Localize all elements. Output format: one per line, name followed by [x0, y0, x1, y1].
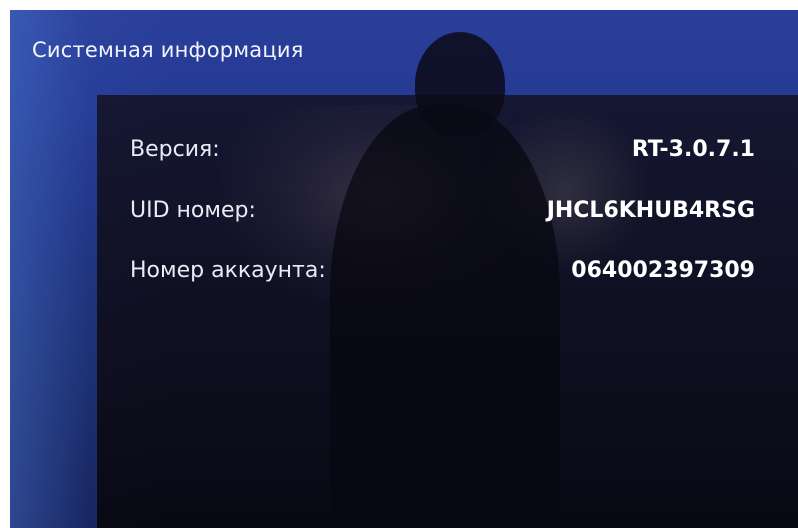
version-label: Версия: [130, 137, 220, 162]
info-row-uid: UID номер: JHCL6KHUB4RSG [130, 198, 755, 234]
uid-label: UID номер: [130, 198, 256, 223]
account-label: Номер аккаунта: [130, 258, 326, 283]
photo-frame: Системная информация Версия: RT-3.0.7.1 … [0, 0, 798, 528]
info-row-version: Версия: RT-3.0.7.1 [130, 137, 755, 173]
info-row-account: Номер аккаунта: 064002397309 [130, 258, 755, 294]
uid-value: JHCL6KHUB4RSG [546, 198, 755, 223]
page-title: Системная информация [32, 38, 304, 62]
version-value: RT-3.0.7.1 [631, 137, 755, 162]
account-value: 064002397309 [571, 258, 755, 283]
tv-screen: Системная информация Версия: RT-3.0.7.1 … [10, 10, 798, 528]
person-silhouette-head [415, 32, 505, 137]
